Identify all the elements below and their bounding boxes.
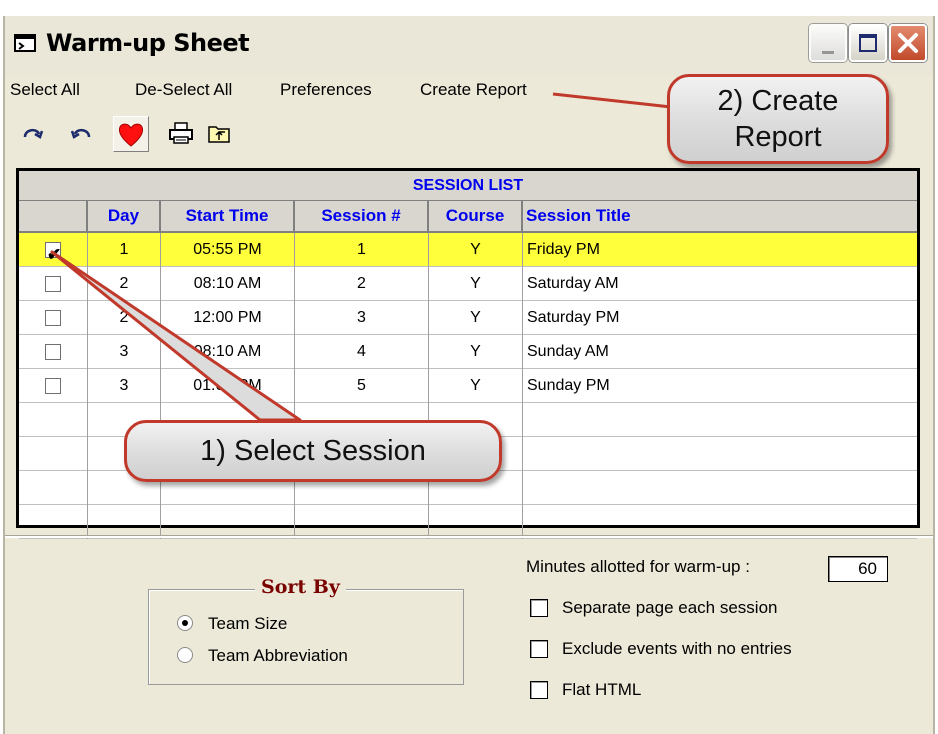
create-report-pointer xyxy=(552,92,681,110)
callout-create-report: 2) Create Report xyxy=(667,74,889,164)
callout-create-report-line1: 2) Create xyxy=(717,85,839,117)
callout-select-session: 1) Select Session xyxy=(124,420,502,482)
callout-create-report-line2: Report xyxy=(734,121,822,153)
